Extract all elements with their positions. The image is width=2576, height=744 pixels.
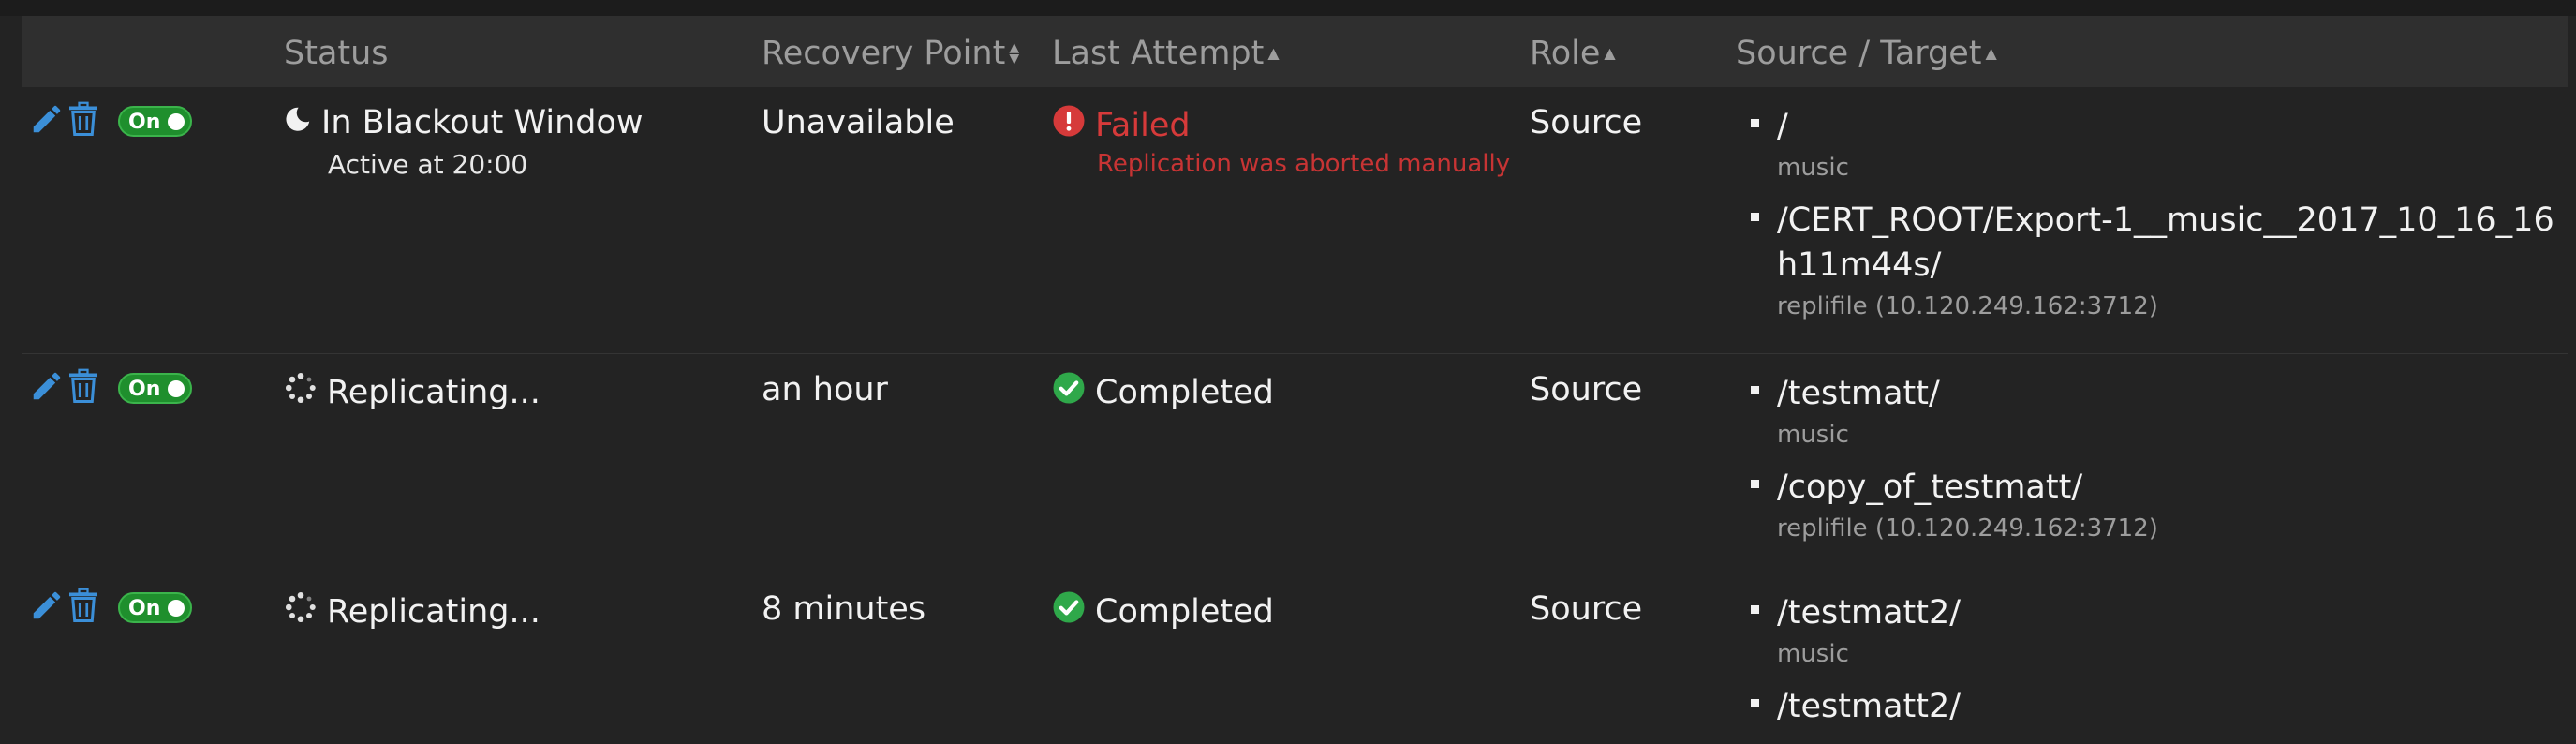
sort-up-icon: ▲ [1267,44,1280,62]
role-value: Source [1530,104,1643,141]
status-cell: In Blackout Window [284,104,644,141]
sort-both-icon: ▲ ▼ [1009,40,1020,67]
bullet-icon [1751,605,1759,614]
enabled-toggle[interactable]: On [118,105,192,137]
sort-up-icon: ▲ [1985,44,1997,62]
error-icon [1052,104,1086,146]
trash-icon[interactable] [67,367,100,409]
toggle-knob [168,379,185,397]
table-row: On Replicating... 8 minutes Completed So… [22,573,2568,725]
check-circle-icon [1052,590,1086,632]
last-attempt-cell: Completed [1052,590,1274,632]
column-header-role[interactable]: Role ▲ [1530,35,1616,72]
column-header-recovery-point-label: Recovery Point [762,35,1006,72]
table-header: Status Recovery Point ▲ ▼ Last Attempt ▲ … [22,16,2568,87]
list-item: /testmatt2/ music [1736,590,2560,669]
row-actions: On [29,367,192,409]
column-header-role-label: Role [1530,35,1601,72]
trash-icon[interactable] [67,587,100,628]
last-attempt-text: Failed [1095,106,1191,144]
toggle-knob [168,599,185,617]
recovery-point-value: an hour [762,371,888,409]
enabled-toggle[interactable]: On [118,591,192,623]
top-bar [0,0,2576,16]
source-path: /testmatt/ [1777,375,1940,412]
row-actions: On [29,100,192,141]
source-target-list: /testmatt2/ music /testmatt2/ [1736,590,2560,744]
moon-icon [284,104,312,141]
row-actions: On [29,587,192,628]
column-header-recovery-point[interactable]: Recovery Point ▲ ▼ [762,35,1019,72]
column-header-source-target-label: Source / Target [1736,35,1982,72]
toggle-label: On [128,596,161,620]
target-path: /copy_of_testmatt/ [1777,469,2083,506]
bullet-icon [1751,213,1759,221]
pencil-icon[interactable] [29,368,65,408]
source-location: music [1777,421,1849,449]
enabled-toggle[interactable]: On [118,372,192,404]
column-header-status-label: Status [284,35,389,72]
toggle-knob [168,112,185,130]
status-text: Replicating... [327,592,540,631]
last-attempt-error: Replication was aborted manually [1097,150,1511,178]
source-location: music [1777,154,1849,182]
last-attempt-cell: Completed [1052,371,1274,413]
sort-up-icon: ▲ [1604,44,1616,62]
spinner-icon [284,590,318,632]
list-item: /testmatt2/ [1736,684,2560,729]
toggle-label: On [128,110,161,134]
target-path: /testmatt2/ [1777,688,1962,725]
pencil-icon[interactable] [29,101,65,141]
column-header-last-attempt-label: Last Attempt [1052,35,1265,72]
target-location: replifile (10.120.249.162:3712) [1777,292,2158,320]
pencil-icon[interactable] [29,588,65,627]
list-item: /CERT_ROOT/Export-1__music__2017_10_16_1… [1736,198,2560,321]
trash-icon[interactable] [67,100,100,141]
recovery-point-value: Unavailable [762,104,955,141]
list-item: /testmatt/ music [1736,371,2560,450]
last-attempt-text: Completed [1095,373,1274,411]
spinner-icon [284,371,318,413]
column-header-source-target[interactable]: Source / Target ▲ [1736,35,1997,72]
target-location: replifile (10.120.249.162:3712) [1777,514,2158,543]
last-attempt-text: Completed [1095,592,1274,631]
role-value: Source [1530,371,1643,409]
source-target-list: / music /CERT_ROOT/Export-1__music__2017… [1736,104,2560,336]
bullet-icon [1751,119,1759,127]
status-text: Replicating... [327,373,540,411]
check-circle-icon [1052,371,1086,413]
list-item: / music [1736,104,2560,183]
list-item: /copy_of_testmatt/ replifile (10.120.249… [1736,465,2560,543]
column-header-last-attempt[interactable]: Last Attempt ▲ [1052,35,1280,72]
source-path: / [1777,108,1788,145]
bullet-icon [1751,480,1759,488]
bullet-icon [1751,699,1759,707]
status-cell: Replicating... [284,371,540,413]
toggle-label: On [128,377,161,401]
bullet-icon [1751,386,1759,394]
target-path: /CERT_ROOT/Export-1__music__2017_10_16_1… [1777,201,2554,284]
column-header-status: Status [284,35,389,72]
source-target-list: /testmatt/ music /copy_of_testmatt/ repl… [1736,371,2560,558]
source-path: /testmatt2/ [1777,594,1962,632]
recovery-point-value: 8 minutes [762,590,926,628]
role-value: Source [1530,590,1643,628]
source-location: music [1777,640,1849,668]
table-row: On Replicating... an hour Completed Sour… [22,354,2568,573]
status-cell: Replicating... [284,590,540,632]
last-attempt-cell: Failed [1052,104,1191,146]
status-text: In Blackout Window [321,104,644,141]
status-subtext: Active at 20:00 [328,149,528,180]
table-row: On In Blackout Window Active at 20:00 Un… [22,87,2568,354]
